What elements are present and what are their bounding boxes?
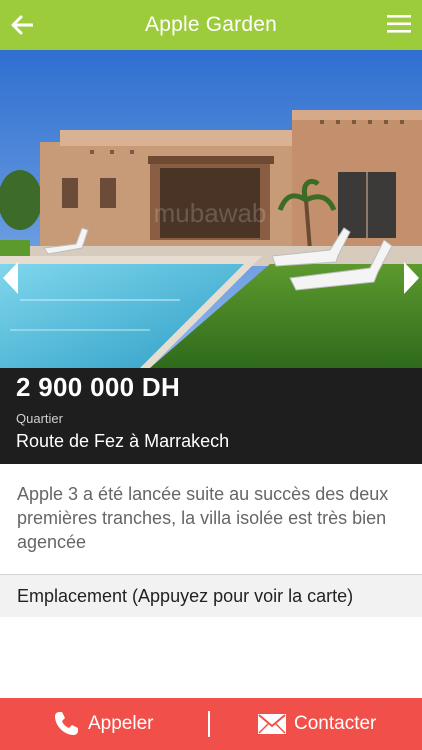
- listing-price: 2 900 000 DH: [16, 372, 181, 402]
- location-map-button[interactable]: Emplacement (Appuyez pour voir la carte): [0, 575, 422, 617]
- contact-label: Contacter: [294, 713, 377, 734]
- district-label: Quartier: [16, 411, 63, 426]
- action-bar: Appeler Contacter: [0, 698, 422, 750]
- villa-photo-illustration: mubawab: [0, 50, 422, 368]
- gallery-prev-button[interactable]: [0, 260, 22, 296]
- phone-icon: [55, 712, 78, 735]
- listing-description: Apple 3 a été lancée suite au succès des…: [17, 484, 389, 552]
- arrow-left-icon: [11, 15, 33, 35]
- gallery-next-button[interactable]: [400, 260, 422, 296]
- hamburger-menu-icon: [387, 15, 411, 33]
- back-button[interactable]: [6, 9, 38, 41]
- listing-info-panel: 2 900 000 DH Quartier Route de Fez à Mar…: [0, 368, 422, 464]
- envelope-icon: [258, 714, 286, 734]
- property-photo[interactable]: mubawab: [0, 50, 422, 368]
- page-title: Apple Garden: [145, 13, 277, 36]
- call-button[interactable]: Appeler: [52, 698, 154, 750]
- contact-button[interactable]: Contacter: [258, 698, 376, 750]
- call-label: Appeler: [88, 713, 154, 734]
- district-value: Route de Fez à Marrakech: [16, 431, 230, 451]
- chevron-left-icon: [3, 262, 18, 294]
- menu-button[interactable]: [386, 11, 414, 39]
- action-separator: [208, 711, 210, 737]
- app-header: Apple Garden: [0, 0, 422, 50]
- chevron-right-icon: [404, 262, 419, 294]
- photo-watermark: mubawab: [154, 198, 267, 228]
- location-label: Emplacement (Appuyez pour voir la carte): [17, 585, 354, 606]
